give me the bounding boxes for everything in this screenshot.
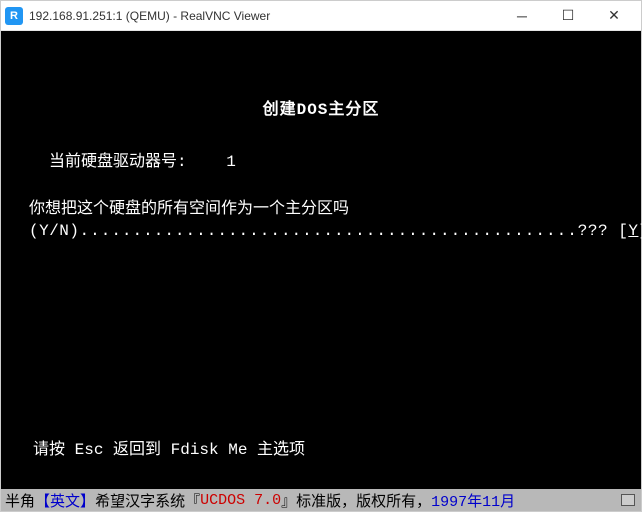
status-indicator-icon <box>621 494 635 506</box>
window-controls: ─ ☐ ✕ <box>499 1 637 31</box>
sys-suffix: 』标准版，版权所有， <box>281 490 431 511</box>
esc-key-label: Esc <box>75 441 104 459</box>
screen-heading: 创建DOS主分区 <box>9 99 633 121</box>
titlebar[interactable]: 192.168.91.251:1 (QEMU) - RealVNC Viewer… <box>1 1 641 31</box>
copyright-year: 1997年11月 <box>431 490 515 511</box>
footer-hint: 请按 Esc 返回到 Fdisk Me 主选项 <box>1 439 641 461</box>
terminal-screen[interactable]: 创建DOS主分区 当前硬盘驱动器号: 1 你想把这个硬盘的所有空间作为一个主分区… <box>1 31 641 489</box>
bracket-close: ] <box>638 222 642 240</box>
close-button[interactable]: ✕ <box>591 1 637 31</box>
ime-statusbar: 半角 【英文】 希望汉字系统『UCDOS 7.0』标准版，版权所有，1997年1… <box>1 489 641 511</box>
input-value[interactable]: Y <box>628 222 638 240</box>
prompt-suffix: ??? <box>578 222 608 240</box>
bracket-open: [ <box>618 222 628 240</box>
prompt-dots: ........................................… <box>80 222 578 240</box>
terminal-content: 创建DOS主分区 当前硬盘驱动器号: 1 你想把这个硬盘的所有空间作为一个主分区… <box>1 31 641 251</box>
yn-label: (Y/N) <box>29 222 80 240</box>
sys-prefix: 希望汉字系统『 <box>95 490 200 511</box>
app-icon <box>5 7 23 25</box>
drive-label: 当前硬盘驱动器号: <box>49 153 187 171</box>
footer-suffix: 返回到 Fdisk Me 主选项 <box>103 441 305 459</box>
maximize-button[interactable]: ☐ <box>545 1 591 31</box>
window-title: 192.168.91.251:1 (QEMU) - RealVNC Viewer <box>29 9 499 23</box>
sys-name: UCDOS 7.0 <box>200 492 281 509</box>
vnc-window: 192.168.91.251:1 (QEMU) - RealVNC Viewer… <box>0 0 642 512</box>
drive-line: 当前硬盘驱动器号: 1 <box>9 151 633 173</box>
question-text: 你想把这个硬盘的所有空间作为一个主分区吗 <box>9 198 633 220</box>
drive-number: 1 <box>226 151 236 173</box>
minimize-button[interactable]: ─ <box>499 1 545 31</box>
footer-prefix: 请按 <box>33 441 75 459</box>
prompt-line: (Y/N)...................................… <box>9 220 633 242</box>
lang-bracket-open: 【 <box>35 490 50 511</box>
half-width-label: 半角 <box>5 490 35 511</box>
lang-mode[interactable]: 英文 <box>50 490 80 511</box>
lang-bracket-close: 】 <box>80 490 95 511</box>
